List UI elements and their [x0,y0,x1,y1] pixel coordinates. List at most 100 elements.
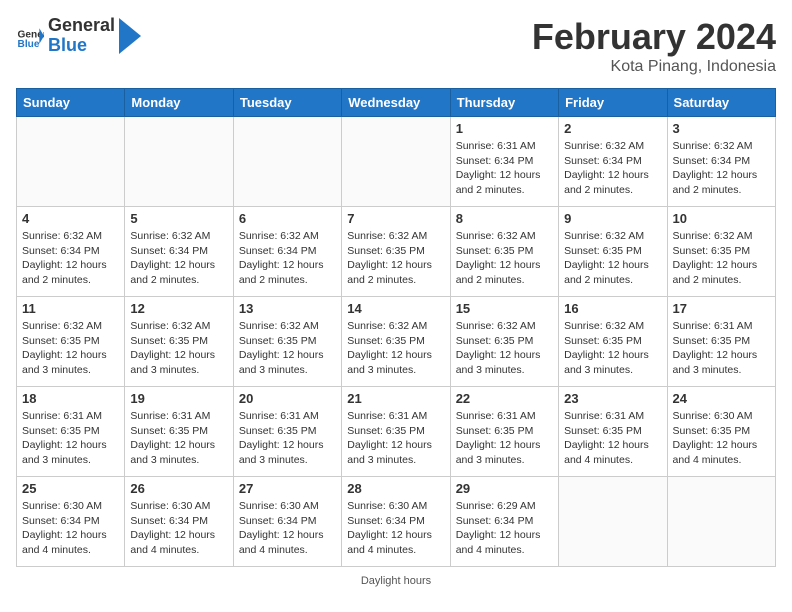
day-number: 13 [239,301,336,316]
day-number: 8 [456,211,553,226]
calendar-cell: 13 Sunrise: 6:32 AM Sunset: 6:35 PM Dayli… [233,297,341,387]
logo: General Blue General Blue [16,16,141,56]
calendar-cell: 14Sunrise: 6:32 AM Sunset: 6:35 PM Dayli… [342,297,450,387]
day-info: Sunrise: 6:31 AM Sunset: 6:35 PM Dayligh… [22,409,119,468]
calendar-cell: 24Sunrise: 6:30 AM Sunset: 6:35 PM Dayli… [667,387,775,477]
day-number: 1 [456,121,553,136]
calendar-cell: 4 Sunrise: 6:32 AM Sunset: 6:34 PM Daylig… [17,207,125,297]
day-number: 4 [22,211,119,226]
day-info: Sunrise: 6:32 AM Sunset: 6:35 PM Dayligh… [347,229,444,288]
calendar-cell: 20 Sunrise: 6:31 AM Sunset: 6:35 PM Dayli… [233,387,341,477]
day-number: 25 [22,481,119,496]
day-number: 26 [130,481,227,496]
calendar-cell: 25Sunrise: 6:30 AM Sunset: 6:34 PM Dayli… [17,477,125,567]
calendar-cell: 26 Sunrise: 6:30 AM Sunset: 6:34 PM Dayli… [125,477,233,567]
calendar-cell: 2Sunrise: 6:32 AM Sunset: 6:34 PM Daylig… [559,117,667,207]
day-info: Sunrise: 6:31 AM Sunset: 6:35 PM Dayligh… [564,409,661,468]
column-header-wednesday: Wednesday [342,89,450,117]
day-info: Sunrise: 6:30 AM Sunset: 6:34 PM Dayligh… [130,499,227,558]
day-number: 21 [347,391,444,406]
day-info: Sunrise: 6:30 AM Sunset: 6:35 PM Dayligh… [673,409,770,468]
column-header-thursday: Thursday [450,89,558,117]
calendar-cell: 7Sunrise: 6:32 AM Sunset: 6:35 PM Daylig… [342,207,450,297]
day-info: Sunrise: 6:32 AM Sunset: 6:35 PM Dayligh… [456,319,553,378]
calendar-week-row: 11 Sunrise: 6:32 AM Sunset: 6:35 PM Dayli… [17,297,776,387]
calendar-table: SundayMondayTuesdayWednesdayThursdayFrid… [16,88,776,567]
day-number: 29 [456,481,553,496]
column-header-monday: Monday [125,89,233,117]
calendar-cell: 6Sunrise: 6:32 AM Sunset: 6:34 PM Daylig… [233,207,341,297]
footer: Daylight hours [16,575,776,587]
logo-general: General [48,16,115,36]
calendar-cell: 8 Sunrise: 6:32 AM Sunset: 6:35 PM Daylig… [450,207,558,297]
column-header-tuesday: Tuesday [233,89,341,117]
calendar-cell: 23 Sunrise: 6:31 AM Sunset: 6:35 PM Dayli… [559,387,667,477]
calendar-cell: 15 Sunrise: 6:32 AM Sunset: 6:35 PM Dayli… [450,297,558,387]
calendar-cell: 18 Sunrise: 6:31 AM Sunset: 6:35 PM Dayli… [17,387,125,477]
calendar-week-row: 4 Sunrise: 6:32 AM Sunset: 6:34 PM Daylig… [17,207,776,297]
day-number: 28 [347,481,444,496]
day-number: 11 [22,301,119,316]
day-number: 23 [564,391,661,406]
day-number: 9 [564,211,661,226]
day-info: Sunrise: 6:32 AM Sunset: 6:34 PM Dayligh… [22,229,119,288]
calendar-week-row: 18 Sunrise: 6:31 AM Sunset: 6:35 PM Dayli… [17,387,776,477]
page-header: General Blue General Blue February 2024 … [16,16,776,76]
day-number: 22 [456,391,553,406]
footer-text: Daylight hours [361,575,431,587]
calendar-cell: 1 Sunrise: 6:31 AM Sunset: 6:34 PM Daylig… [450,117,558,207]
calendar-cell [559,477,667,567]
calendar-cell: 27Sunrise: 6:30 AM Sunset: 6:34 PM Dayli… [233,477,341,567]
day-info: Sunrise: 6:32 AM Sunset: 6:35 PM Dayligh… [564,229,661,288]
title-block: February 2024 Kota Pinang, Indonesia [532,16,776,76]
day-number: 18 [22,391,119,406]
day-number: 2 [564,121,661,136]
day-number: 10 [673,211,770,226]
day-info: Sunrise: 6:31 AM Sunset: 6:34 PM Dayligh… [456,139,553,198]
day-info: Sunrise: 6:32 AM Sunset: 6:35 PM Dayligh… [564,319,661,378]
column-header-saturday: Saturday [667,89,775,117]
calendar-cell: 9 Sunrise: 6:32 AM Sunset: 6:35 PM Daylig… [559,207,667,297]
day-number: 27 [239,481,336,496]
calendar-cell: 16 Sunrise: 6:32 AM Sunset: 6:35 PM Dayli… [559,297,667,387]
day-info: Sunrise: 6:32 AM Sunset: 6:35 PM Dayligh… [456,229,553,288]
day-number: 19 [130,391,227,406]
calendar-cell: 22 Sunrise: 6:31 AM Sunset: 6:35 PM Dayli… [450,387,558,477]
day-number: 16 [564,301,661,316]
calendar-cell: 5 Sunrise: 6:32 AM Sunset: 6:34 PM Daylig… [125,207,233,297]
day-number: 15 [456,301,553,316]
calendar-cell [342,117,450,207]
day-number: 3 [673,121,770,136]
day-number: 17 [673,301,770,316]
calendar-subtitle: Kota Pinang, Indonesia [532,58,776,76]
calendar-cell: 3 Sunrise: 6:32 AM Sunset: 6:34 PM Daylig… [667,117,775,207]
day-info: Sunrise: 6:30 AM Sunset: 6:34 PM Dayligh… [347,499,444,558]
svg-text:Blue: Blue [18,39,40,50]
day-info: Sunrise: 6:31 AM Sunset: 6:35 PM Dayligh… [673,319,770,378]
logo-arrow-icon [119,18,141,54]
day-number: 14 [347,301,444,316]
day-info: Sunrise: 6:31 AM Sunset: 6:35 PM Dayligh… [347,409,444,468]
day-info: Sunrise: 6:32 AM Sunset: 6:34 PM Dayligh… [239,229,336,288]
calendar-cell [125,117,233,207]
day-info: Sunrise: 6:32 AM Sunset: 6:34 PM Dayligh… [673,139,770,198]
calendar-cell: 28 Sunrise: 6:30 AM Sunset: 6:34 PM Dayli… [342,477,450,567]
day-info: Sunrise: 6:32 AM Sunset: 6:35 PM Dayligh… [673,229,770,288]
calendar-week-row: 25 Sunrise: 6:30 AM Sunset: 6:34 PM Dayli… [17,477,776,567]
day-info: Sunrise: 6:32 AM Sunset: 6:35 PM Dayligh… [239,319,336,378]
day-info: Sunrise: 6:31 AM Sunset: 6:35 PM Dayligh… [239,409,336,468]
calendar-cell: 12Sunrise: 6:32 AM Sunset: 6:35 PM Dayli… [125,297,233,387]
day-info: Sunrise: 6:32 AM Sunset: 6:34 PM Dayligh… [130,229,227,288]
logo-blue: Blue [48,36,115,56]
column-header-sunday: Sunday [17,89,125,117]
calendar-cell: 21 Sunrise: 6:31 AM Sunset: 6:35 PM Dayli… [342,387,450,477]
calendar-cell [233,117,341,207]
column-header-friday: Friday [559,89,667,117]
day-info: Sunrise: 6:31 AM Sunset: 6:35 PM Dayligh… [456,409,553,468]
calendar-title: February 2024 [532,16,776,58]
day-info: Sunrise: 6:31 AM Sunset: 6:35 PM Dayligh… [130,409,227,468]
day-number: 5 [130,211,227,226]
day-number: 20 [239,391,336,406]
calendar-cell: 11Sunrise: 6:32 AM Sunset: 6:35 PM Dayli… [17,297,125,387]
calendar-cell: 17 Sunrise: 6:31 AM Sunset: 6:35 PM Dayli… [667,297,775,387]
